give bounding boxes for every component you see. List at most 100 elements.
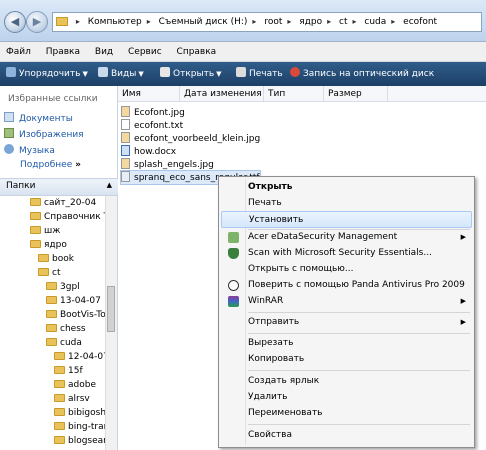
favorites-more-link[interactable]: Подробнее » — [20, 160, 81, 170]
tree-item[interactable]: adobe — [54, 378, 96, 392]
menu-label: Acer eDataSecurity Management — [248, 232, 398, 242]
submenu-arrow-icon: ▶ — [460, 318, 466, 326]
breadcrumb-root[interactable]: root — [262, 13, 284, 31]
tree-label: BootVis-To — [60, 310, 106, 320]
menu-item-open[interactable]: Открыть — [221, 179, 472, 196]
chevron-down-icon: ▼ — [138, 70, 144, 78]
tree-item[interactable]: BootVis-To — [46, 308, 106, 322]
breadcrumb-core[interactable]: ядро — [297, 13, 324, 31]
tree-item[interactable]: bing-tran — [54, 420, 109, 434]
folder-icon — [30, 212, 41, 220]
menu-label: Установить — [249, 215, 304, 225]
menu-item-panda[interactable]: Поверить с помощью Panda Antivirus Pro 2… — [221, 277, 472, 294]
menu-item-print[interactable]: Печать — [221, 195, 472, 212]
file-row[interactable]: ecofont.txt — [121, 119, 183, 132]
menu-item-open-with[interactable]: Открыть с помощью... — [221, 261, 472, 278]
menu-edit[interactable]: Правка — [40, 42, 86, 62]
open-button[interactable]: Открыть ▼ — [160, 62, 222, 86]
favorite-label: Документы — [19, 114, 73, 124]
menu-file[interactable]: Файл — [0, 42, 37, 62]
menu-label: Открыть — [248, 182, 293, 192]
menu-item-install[interactable]: Установить — [221, 211, 472, 228]
menu-label: Переименовать — [248, 408, 323, 418]
breadcrumb-separator: ▸ — [391, 17, 396, 26]
tree-item[interactable]: ядро — [30, 238, 67, 252]
breadcrumb-ecofont[interactable]: ecofont — [401, 13, 439, 31]
menu-item-acer[interactable]: Acer eDataSecurity Management ▶ — [221, 229, 472, 246]
folder-icon — [54, 394, 65, 402]
menu-item-rename[interactable]: Переименовать — [221, 405, 472, 422]
folders-header[interactable]: Папки ▲ — [0, 178, 118, 196]
favorite-documents[interactable]: Документы — [4, 112, 73, 124]
tree-item[interactable]: 13-04-07 — [46, 294, 101, 308]
tree-item[interactable]: bibigosh — [54, 406, 106, 420]
documents-icon — [4, 112, 14, 122]
favorite-label: Музыка — [19, 146, 55, 156]
views-icon — [98, 67, 108, 77]
back-button[interactable]: ◀ — [4, 11, 26, 33]
menu-view[interactable]: Вид — [89, 42, 119, 62]
breadcrumb-ct[interactable]: ct — [337, 13, 349, 31]
tree-item[interactable]: cuda — [46, 336, 82, 350]
tree-item[interactable]: blogsearc — [54, 434, 112, 448]
music-icon — [4, 144, 14, 154]
tree-item[interactable]: Справочник Т — [30, 210, 109, 224]
organize-button[interactable]: Упорядочить ▼ — [6, 62, 88, 86]
menu-help[interactable]: Справка — [171, 42, 223, 62]
column-name[interactable]: Имя — [118, 86, 180, 102]
file-row[interactable]: Ecofont.jpg — [121, 106, 185, 119]
tree-item[interactable]: 15f — [54, 364, 83, 378]
favorite-label: Изображения — [19, 130, 84, 140]
address-field[interactable]: ▸ Компьютер ▸ Съемный диск (H:) ▸ root ▸ яд… — [52, 12, 482, 32]
tree-item[interactable]: шж — [30, 224, 60, 238]
file-name: ecofont.txt — [134, 121, 184, 131]
menu-item-properties[interactable]: Свойства — [221, 427, 472, 444]
folder-icon — [46, 338, 57, 346]
breadcrumb-cuda[interactable]: cuda — [362, 13, 388, 31]
print-button[interactable]: Печать — [236, 62, 283, 86]
tree-item[interactable]: сайт_20-04 — [30, 196, 96, 210]
tree-label: 12-04-07 — [68, 352, 109, 362]
menu-label: Создать ярлык — [248, 376, 320, 386]
menu-item-cut[interactable]: Вырезать — [221, 335, 472, 352]
menu-separator — [248, 370, 470, 371]
breadcrumb-computer[interactable]: Компьютер — [86, 13, 144, 31]
views-label: Виды — [111, 69, 137, 79]
tree-scrollbar[interactable] — [105, 196, 117, 450]
tree-item[interactable]: 12-04-07 — [54, 350, 109, 364]
tree-label: сайт_20-04 — [44, 198, 97, 208]
tree-item[interactable]: ct — [38, 266, 60, 280]
column-size[interactable]: Размер — [324, 86, 388, 102]
file-row[interactable]: ecofont_voorbeeld_klein.jpg — [121, 132, 260, 145]
views-button[interactable]: Виды ▼ — [98, 62, 144, 86]
tree-item[interactable]: alrsv — [54, 392, 90, 406]
tree-item[interactable]: book — [38, 252, 74, 266]
command-toolbar: Упорядочить ▼ Виды ▼ Открыть ▼ Печать Запис… — [0, 62, 486, 86]
folder-icon — [54, 352, 65, 360]
tree-item[interactable]: 3gpl — [46, 280, 80, 294]
open-label: Открыть — [173, 69, 215, 79]
menu-item-send-to[interactable]: Отправить ▶ — [221, 314, 472, 331]
menu-item-winrar[interactable]: WinRAR ▶ — [221, 293, 472, 310]
tree-item[interactable]: chess — [46, 322, 86, 336]
file-row[interactable]: how.docx — [121, 145, 176, 158]
folder-icon — [54, 366, 65, 374]
menu-item-scan[interactable]: Scan with Microsoft Security Essentials.… — [221, 245, 472, 262]
breadcrumb-drive[interactable]: Съемный диск (H:) — [157, 13, 250, 31]
tree-label: book — [52, 254, 74, 264]
scrollbar-thumb[interactable] — [107, 286, 115, 332]
menu-tools[interactable]: Сервис — [122, 42, 168, 62]
favorite-music[interactable]: Музыка — [4, 144, 55, 156]
shield-icon — [228, 248, 239, 259]
menu-item-create-shortcut[interactable]: Создать ярлык — [221, 373, 472, 390]
favorite-pictures[interactable]: Изображения — [4, 128, 84, 140]
burn-button[interactable]: Запись на оптический диск — [290, 62, 434, 86]
folder-icon — [30, 240, 41, 248]
breadcrumb-separator: ▸ — [252, 17, 257, 26]
column-date[interactable]: Дата изменения — [180, 86, 264, 102]
column-type[interactable]: Тип — [264, 86, 324, 102]
menu-item-delete[interactable]: Удалить — [221, 389, 472, 406]
tree-label: Справочник Т — [44, 212, 110, 222]
forward-button[interactable]: ▶ — [26, 11, 48, 33]
menu-item-copy[interactable]: Копировать — [221, 351, 472, 368]
